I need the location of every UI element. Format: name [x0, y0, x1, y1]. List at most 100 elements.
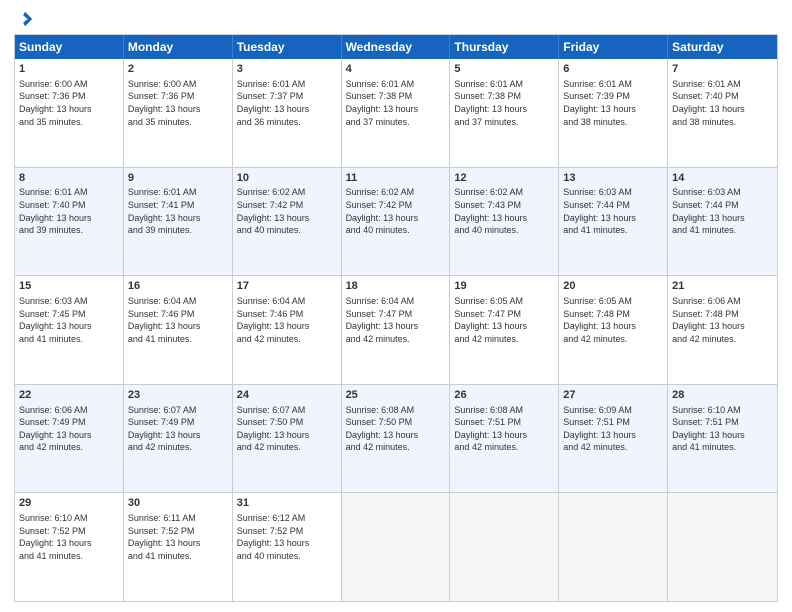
calendar-cell: 26Sunrise: 6:08 AMSunset: 7:51 PMDayligh… — [450, 385, 559, 493]
calendar-cell: 19Sunrise: 6:05 AMSunset: 7:47 PMDayligh… — [450, 276, 559, 384]
cell-info: Sunrise: 6:07 AMSunset: 7:49 PMDaylight:… — [128, 404, 228, 454]
cell-info: Sunrise: 6:01 AMSunset: 7:38 PMDaylight:… — [454, 78, 554, 128]
day-number: 6 — [563, 62, 663, 77]
calendar-cell: 31Sunrise: 6:12 AMSunset: 7:52 PMDayligh… — [233, 493, 342, 601]
day-number: 15 — [19, 279, 119, 294]
day-number: 31 — [237, 496, 337, 511]
day-number: 17 — [237, 279, 337, 294]
calendar-cell: 11Sunrise: 6:02 AMSunset: 7:42 PMDayligh… — [342, 168, 451, 276]
cell-info: Sunrise: 6:00 AMSunset: 7:36 PMDaylight:… — [19, 78, 119, 128]
calendar-cell: 9Sunrise: 6:01 AMSunset: 7:41 PMDaylight… — [124, 168, 233, 276]
day-number: 25 — [346, 388, 446, 403]
calendar-row-2: 8Sunrise: 6:01 AMSunset: 7:40 PMDaylight… — [15, 167, 777, 276]
day-number: 9 — [128, 171, 228, 186]
day-number: 8 — [19, 171, 119, 186]
day-number: 30 — [128, 496, 228, 511]
calendar-cell — [342, 493, 451, 601]
day-number: 5 — [454, 62, 554, 77]
header — [14, 10, 778, 26]
day-number: 27 — [563, 388, 663, 403]
day-number: 3 — [237, 62, 337, 77]
cell-info: Sunrise: 6:08 AMSunset: 7:50 PMDaylight:… — [346, 404, 446, 454]
calendar-cell: 22Sunrise: 6:06 AMSunset: 7:49 PMDayligh… — [15, 385, 124, 493]
cell-info: Sunrise: 6:03 AMSunset: 7:44 PMDaylight:… — [672, 186, 773, 236]
cell-info: Sunrise: 6:00 AMSunset: 7:36 PMDaylight:… — [128, 78, 228, 128]
header-day-friday: Friday — [559, 35, 668, 59]
calendar-cell: 2Sunrise: 6:00 AMSunset: 7:36 PMDaylight… — [124, 59, 233, 167]
cell-info: Sunrise: 6:10 AMSunset: 7:51 PMDaylight:… — [672, 404, 773, 454]
calendar-cell — [668, 493, 777, 601]
day-number: 23 — [128, 388, 228, 403]
day-number: 7 — [672, 62, 773, 77]
cell-info: Sunrise: 6:08 AMSunset: 7:51 PMDaylight:… — [454, 404, 554, 454]
day-number: 4 — [346, 62, 446, 77]
calendar-cell: 21Sunrise: 6:06 AMSunset: 7:48 PMDayligh… — [668, 276, 777, 384]
day-number: 26 — [454, 388, 554, 403]
calendar-cell: 10Sunrise: 6:02 AMSunset: 7:42 PMDayligh… — [233, 168, 342, 276]
calendar-cell: 29Sunrise: 6:10 AMSunset: 7:52 PMDayligh… — [15, 493, 124, 601]
calendar: SundayMondayTuesdayWednesdayThursdayFrid… — [14, 34, 778, 602]
calendar-cell: 1Sunrise: 6:00 AMSunset: 7:36 PMDaylight… — [15, 59, 124, 167]
cell-info: Sunrise: 6:01 AMSunset: 7:40 PMDaylight:… — [672, 78, 773, 128]
logo-text — [14, 10, 34, 28]
cell-info: Sunrise: 6:09 AMSunset: 7:51 PMDaylight:… — [563, 404, 663, 454]
calendar-cell: 5Sunrise: 6:01 AMSunset: 7:38 PMDaylight… — [450, 59, 559, 167]
cell-info: Sunrise: 6:01 AMSunset: 7:39 PMDaylight:… — [563, 78, 663, 128]
header-day-wednesday: Wednesday — [342, 35, 451, 59]
calendar-cell: 24Sunrise: 6:07 AMSunset: 7:50 PMDayligh… — [233, 385, 342, 493]
day-number: 19 — [454, 279, 554, 294]
calendar-row-5: 29Sunrise: 6:10 AMSunset: 7:52 PMDayligh… — [15, 492, 777, 601]
calendar-row-3: 15Sunrise: 6:03 AMSunset: 7:45 PMDayligh… — [15, 275, 777, 384]
cell-info: Sunrise: 6:01 AMSunset: 7:38 PMDaylight:… — [346, 78, 446, 128]
calendar-body: 1Sunrise: 6:00 AMSunset: 7:36 PMDaylight… — [15, 59, 777, 601]
cell-info: Sunrise: 6:01 AMSunset: 7:41 PMDaylight:… — [128, 186, 228, 236]
calendar-cell: 27Sunrise: 6:09 AMSunset: 7:51 PMDayligh… — [559, 385, 668, 493]
cell-info: Sunrise: 6:12 AMSunset: 7:52 PMDaylight:… — [237, 512, 337, 562]
page: SundayMondayTuesdayWednesdayThursdayFrid… — [0, 0, 792, 612]
calendar-cell: 23Sunrise: 6:07 AMSunset: 7:49 PMDayligh… — [124, 385, 233, 493]
cell-info: Sunrise: 6:01 AMSunset: 7:40 PMDaylight:… — [19, 186, 119, 236]
day-number: 12 — [454, 171, 554, 186]
day-number: 11 — [346, 171, 446, 186]
day-number: 28 — [672, 388, 773, 403]
calendar-cell: 12Sunrise: 6:02 AMSunset: 7:43 PMDayligh… — [450, 168, 559, 276]
header-day-monday: Monday — [124, 35, 233, 59]
cell-info: Sunrise: 6:04 AMSunset: 7:47 PMDaylight:… — [346, 295, 446, 345]
day-number: 29 — [19, 496, 119, 511]
logo-icon — [16, 10, 34, 28]
logo — [14, 10, 34, 26]
cell-info: Sunrise: 6:03 AMSunset: 7:44 PMDaylight:… — [563, 186, 663, 236]
header-day-tuesday: Tuesday — [233, 35, 342, 59]
cell-info: Sunrise: 6:06 AMSunset: 7:49 PMDaylight:… — [19, 404, 119, 454]
day-number: 22 — [19, 388, 119, 403]
cell-info: Sunrise: 6:07 AMSunset: 7:50 PMDaylight:… — [237, 404, 337, 454]
header-day-sunday: Sunday — [15, 35, 124, 59]
cell-info: Sunrise: 6:04 AMSunset: 7:46 PMDaylight:… — [237, 295, 337, 345]
calendar-cell: 13Sunrise: 6:03 AMSunset: 7:44 PMDayligh… — [559, 168, 668, 276]
calendar-cell: 7Sunrise: 6:01 AMSunset: 7:40 PMDaylight… — [668, 59, 777, 167]
day-number: 21 — [672, 279, 773, 294]
cell-info: Sunrise: 6:05 AMSunset: 7:47 PMDaylight:… — [454, 295, 554, 345]
cell-info: Sunrise: 6:02 AMSunset: 7:43 PMDaylight:… — [454, 186, 554, 236]
calendar-cell — [559, 493, 668, 601]
day-number: 2 — [128, 62, 228, 77]
day-number: 24 — [237, 388, 337, 403]
calendar-cell: 3Sunrise: 6:01 AMSunset: 7:37 PMDaylight… — [233, 59, 342, 167]
calendar-cell: 25Sunrise: 6:08 AMSunset: 7:50 PMDayligh… — [342, 385, 451, 493]
calendar-cell: 14Sunrise: 6:03 AMSunset: 7:44 PMDayligh… — [668, 168, 777, 276]
calendar-cell: 6Sunrise: 6:01 AMSunset: 7:39 PMDaylight… — [559, 59, 668, 167]
calendar-cell: 15Sunrise: 6:03 AMSunset: 7:45 PMDayligh… — [15, 276, 124, 384]
calendar-cell — [450, 493, 559, 601]
header-day-thursday: Thursday — [450, 35, 559, 59]
calendar-header: SundayMondayTuesdayWednesdayThursdayFrid… — [15, 35, 777, 59]
cell-info: Sunrise: 6:11 AMSunset: 7:52 PMDaylight:… — [128, 512, 228, 562]
calendar-cell: 28Sunrise: 6:10 AMSunset: 7:51 PMDayligh… — [668, 385, 777, 493]
day-number: 14 — [672, 171, 773, 186]
calendar-cell: 8Sunrise: 6:01 AMSunset: 7:40 PMDaylight… — [15, 168, 124, 276]
calendar-cell: 16Sunrise: 6:04 AMSunset: 7:46 PMDayligh… — [124, 276, 233, 384]
day-number: 16 — [128, 279, 228, 294]
calendar-row-1: 1Sunrise: 6:00 AMSunset: 7:36 PMDaylight… — [15, 59, 777, 167]
cell-info: Sunrise: 6:06 AMSunset: 7:48 PMDaylight:… — [672, 295, 773, 345]
calendar-cell: 17Sunrise: 6:04 AMSunset: 7:46 PMDayligh… — [233, 276, 342, 384]
calendar-cell: 4Sunrise: 6:01 AMSunset: 7:38 PMDaylight… — [342, 59, 451, 167]
